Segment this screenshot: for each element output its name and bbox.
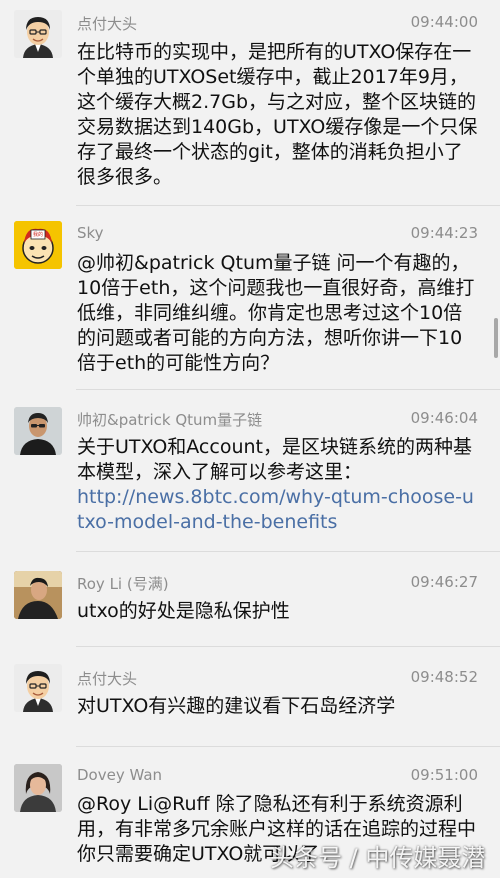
message-divider <box>76 389 500 390</box>
message-text: 关于UTXO和Account，是区块链系统的两种基本模型，深入了解可以参考这里：… <box>77 435 481 535</box>
message-time: 09:44:23 <box>410 224 478 242</box>
message-time: 09:48:52 <box>410 668 478 686</box>
message-time: 09:46:04 <box>410 409 478 427</box>
message-time: 09:46:27 <box>410 573 478 591</box>
cartoon-man-avatar-icon <box>14 10 62 58</box>
message-divider <box>76 205 500 206</box>
watermark-text: 头条号 / 中传媒聂潜 <box>270 844 486 872</box>
message-divider <box>76 646 500 647</box>
photo-man-avatar-icon <box>14 407 62 455</box>
message-time: 09:44:00 <box>410 13 478 31</box>
message-text: 对UTXO有兴趣的建议看下石岛经济学 <box>77 695 396 717</box>
photo-woman-avatar-icon <box>14 764 62 812</box>
avatar[interactable] <box>14 10 62 58</box>
scrollbar-thumb[interactable] <box>494 318 498 358</box>
avatar[interactable] <box>14 571 62 619</box>
sender-name: 帅初&patrick Qtum量子链 <box>77 411 263 429</box>
message-divider <box>76 551 500 552</box>
avatar[interactable] <box>14 407 62 455</box>
avatar[interactable] <box>14 764 62 812</box>
message-time: 09:51:00 <box>410 766 478 784</box>
sender-name: 点付大头 <box>77 15 138 33</box>
message-text: 在比特币的实现中，是把所有的UTXO保存在一个单独的UTXOSet缓存中，截止2… <box>77 41 478 188</box>
message-link[interactable]: http://news.8btc.com/why-qtum-choose-utx… <box>77 486 474 533</box>
sender-name: Sky <box>77 224 104 242</box>
message-divider <box>76 746 500 747</box>
avatar[interactable]: 我的 <box>14 221 62 269</box>
cartoon-man-avatar-icon <box>14 664 62 712</box>
message-text: utxo的好处是隐私保护性 <box>77 600 290 622</box>
sender-name: 点付大头 <box>77 670 138 688</box>
yellow-emoji-avatar-icon: 我的 <box>14 221 62 269</box>
chat-message-list[interactable]: 点付大头 09:44:00 在比特币的实现中，是把所有的UTXO保存在一个单独的… <box>0 0 500 878</box>
message-text: @帅初&patrick Qtum量子链 问一个有趣的，10倍于eth，这个问题我… <box>77 252 475 374</box>
message-body: 关于UTXO和Account，是区块链系统的两种基本模型，深入了解可以参考这里： <box>77 436 472 483</box>
photo-man-avatar-icon <box>14 571 62 619</box>
avatar[interactable] <box>14 664 62 712</box>
sender-name: Roy Li (号满) <box>77 575 169 593</box>
svg-text:我的: 我的 <box>33 231 43 238</box>
sender-name: Dovey Wan <box>77 766 163 784</box>
